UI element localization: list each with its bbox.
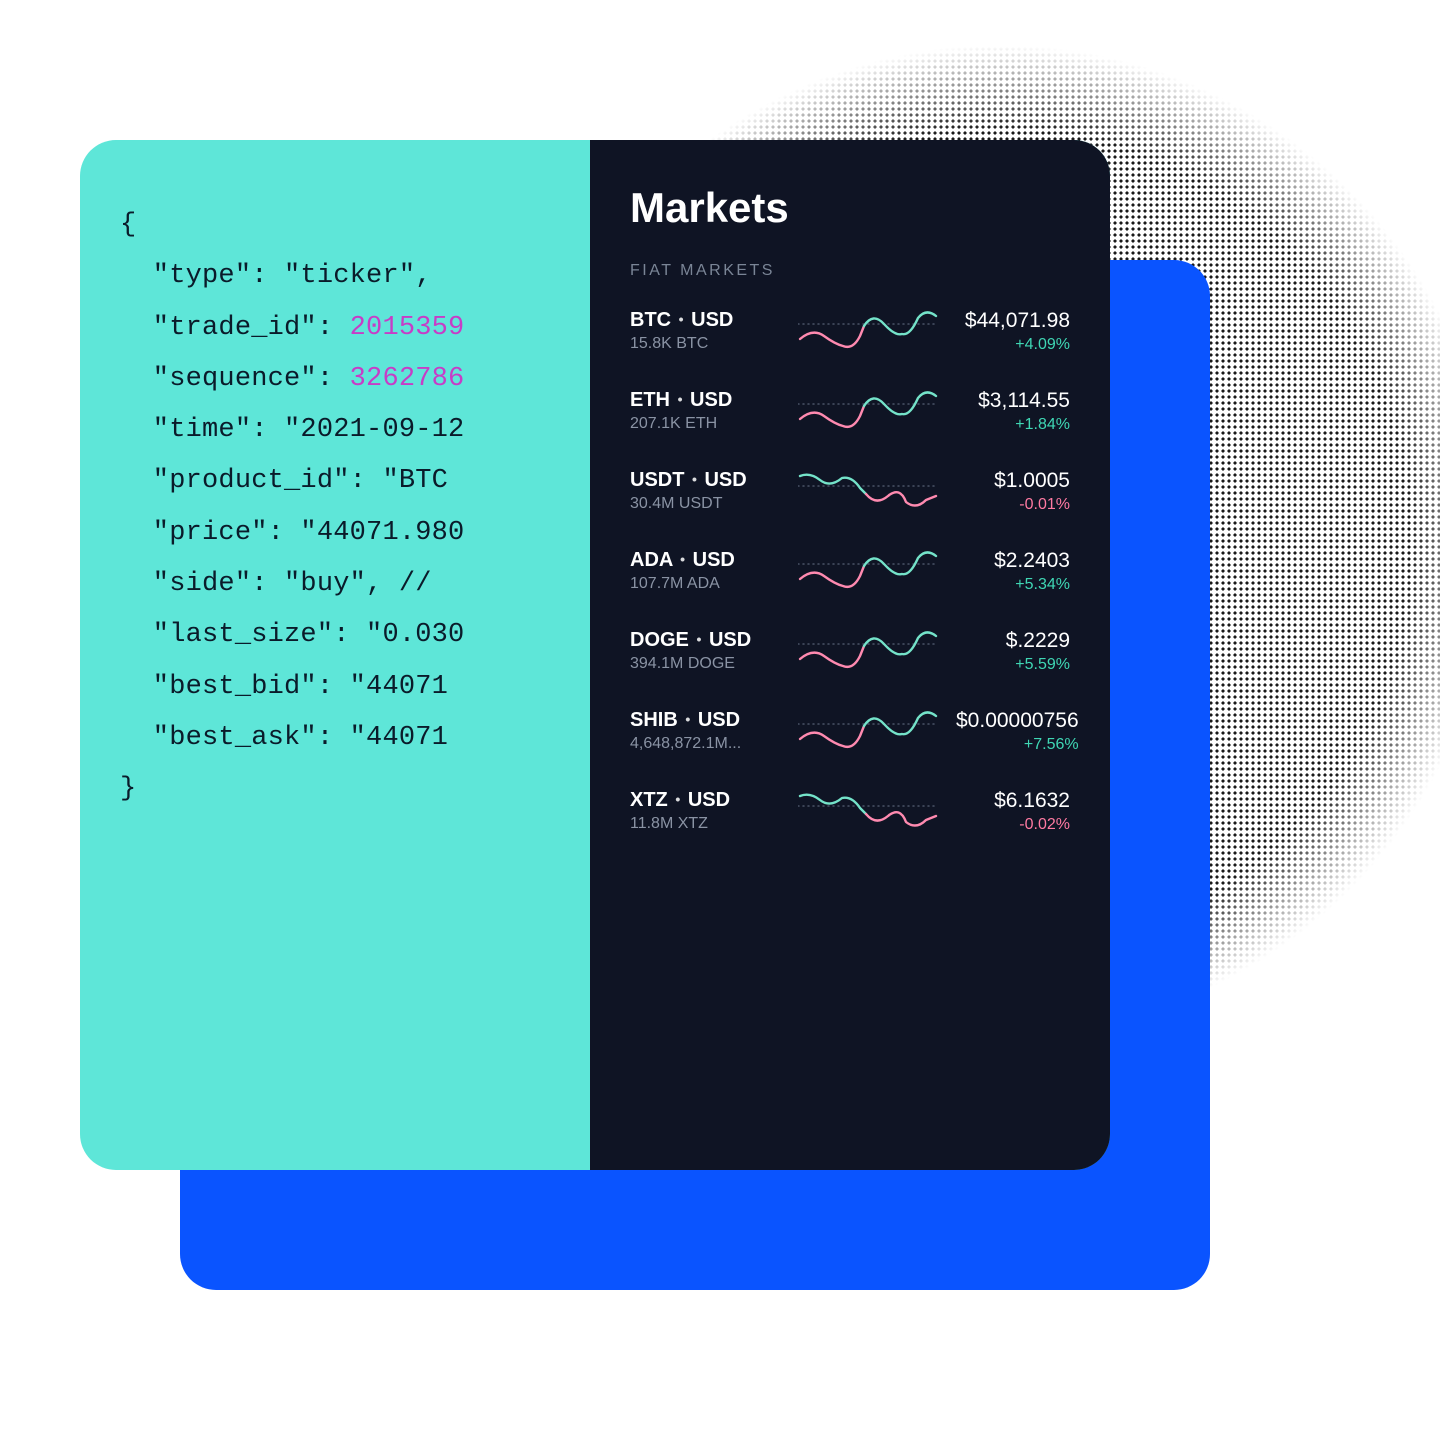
market-row-right: $0.00000756 +7.56% xyxy=(956,709,1079,754)
market-price: $.2229 xyxy=(956,629,1070,653)
market-volume: 30.4M USDT xyxy=(630,495,780,513)
market-pair: SHIB • USD xyxy=(630,709,780,732)
market-pair: DOGE • USD xyxy=(630,629,780,652)
market-row-left: DOGE • USD 394.1M DOGE xyxy=(630,629,780,673)
sparkline-icon xyxy=(798,626,938,676)
market-row-right: $.2229 +5.59% xyxy=(956,629,1070,674)
market-pair: BTC • USD xyxy=(630,309,780,332)
market-pair: ADA • USD xyxy=(630,549,780,572)
market-row-left: SHIB • USD 4,648,872.1M... xyxy=(630,709,780,753)
market-row[interactable]: SHIB • USD4,648,872.1M... $0.00000756+7.… xyxy=(630,706,1070,756)
markets-list: BTC • USD 15.8K BTC $44,071.98 +4.09% ETH •… xyxy=(630,306,1070,836)
market-volume: 394.1M DOGE xyxy=(630,655,780,673)
market-pair: XTZ • USD xyxy=(630,789,780,812)
sparkline-icon xyxy=(798,786,938,836)
market-change: +1.84% xyxy=(956,416,1070,434)
market-price: $6.1632 xyxy=(956,789,1070,813)
market-row-left: XTZ • USD 11.8M XTZ xyxy=(630,789,780,833)
market-change: +7.56% xyxy=(956,736,1079,754)
sparkline-icon xyxy=(798,466,938,516)
market-row-right: $44,071.98 +4.09% xyxy=(956,309,1070,354)
market-row-left: ADA • USD 107.7M ADA xyxy=(630,549,780,593)
market-price: $1.0005 xyxy=(956,469,1070,493)
sparkline-icon xyxy=(798,706,938,756)
sparkline-icon xyxy=(798,306,938,356)
market-change: +5.34% xyxy=(956,576,1070,594)
market-row-left: ETH • USD 207.1K ETH xyxy=(630,389,780,433)
market-row[interactable]: DOGE • USD 394.1M DOGE $.2229 +5.59% xyxy=(630,626,1070,676)
market-row-left: BTC • USD 15.8K BTC xyxy=(630,309,780,353)
market-row-right: $3,114.55 +1.84% xyxy=(956,389,1070,434)
markets-card: Markets FIAT MARKETS BTC • USD 15.8K BTC … xyxy=(590,140,1110,1170)
markets-title: Markets xyxy=(630,184,1070,232)
market-volume: 15.8K BTC xyxy=(630,335,780,353)
market-pair: ETH • USD xyxy=(630,389,780,412)
sparkline-icon xyxy=(798,546,938,596)
market-row[interactable]: XTZ • USD 11.8M XTZ $6.1632 -0.02% xyxy=(630,786,1070,836)
market-volume: 11.8M XTZ xyxy=(630,815,780,833)
stage: { "type": "ticker", "trade_id": 2015359 … xyxy=(0,0,1440,1440)
market-change: -0.01% xyxy=(956,496,1070,514)
market-volume: 107.7M ADA xyxy=(630,575,780,593)
market-row-right: $2.2403 +5.34% xyxy=(956,549,1070,594)
market-change: +4.09% xyxy=(956,336,1070,354)
market-price: $0.00000756 xyxy=(956,709,1079,733)
market-change: +5.59% xyxy=(956,656,1070,674)
market-row[interactable]: ADA • USD 107.7M ADA $2.2403 +5.34% xyxy=(630,546,1070,596)
market-volume: 207.1K ETH xyxy=(630,415,780,433)
market-volume: 4,648,872.1M... xyxy=(630,735,780,753)
market-row-left: USDT • USD 30.4M USDT xyxy=(630,469,780,513)
market-price: $44,071.98 xyxy=(956,309,1070,333)
market-row-right: $1.0005 -0.01% xyxy=(956,469,1070,514)
markets-subtitle: FIAT MARKETS xyxy=(630,262,1070,280)
market-row[interactable]: ETH • USD 207.1K ETH $3,114.55 +1.84% xyxy=(630,386,1070,436)
sparkline-icon xyxy=(798,386,938,436)
market-row[interactable]: USDT • USD 30.4M USDT $1.0005 -0.01% xyxy=(630,466,1070,516)
market-price: $3,114.55 xyxy=(956,389,1070,413)
market-change: -0.02% xyxy=(956,816,1070,834)
market-row[interactable]: BTC • USD 15.8K BTC $44,071.98 +4.09% xyxy=(630,306,1070,356)
market-price: $2.2403 xyxy=(956,549,1070,573)
market-pair: USDT • USD xyxy=(630,469,780,492)
market-row-right: $6.1632 -0.02% xyxy=(956,789,1070,834)
